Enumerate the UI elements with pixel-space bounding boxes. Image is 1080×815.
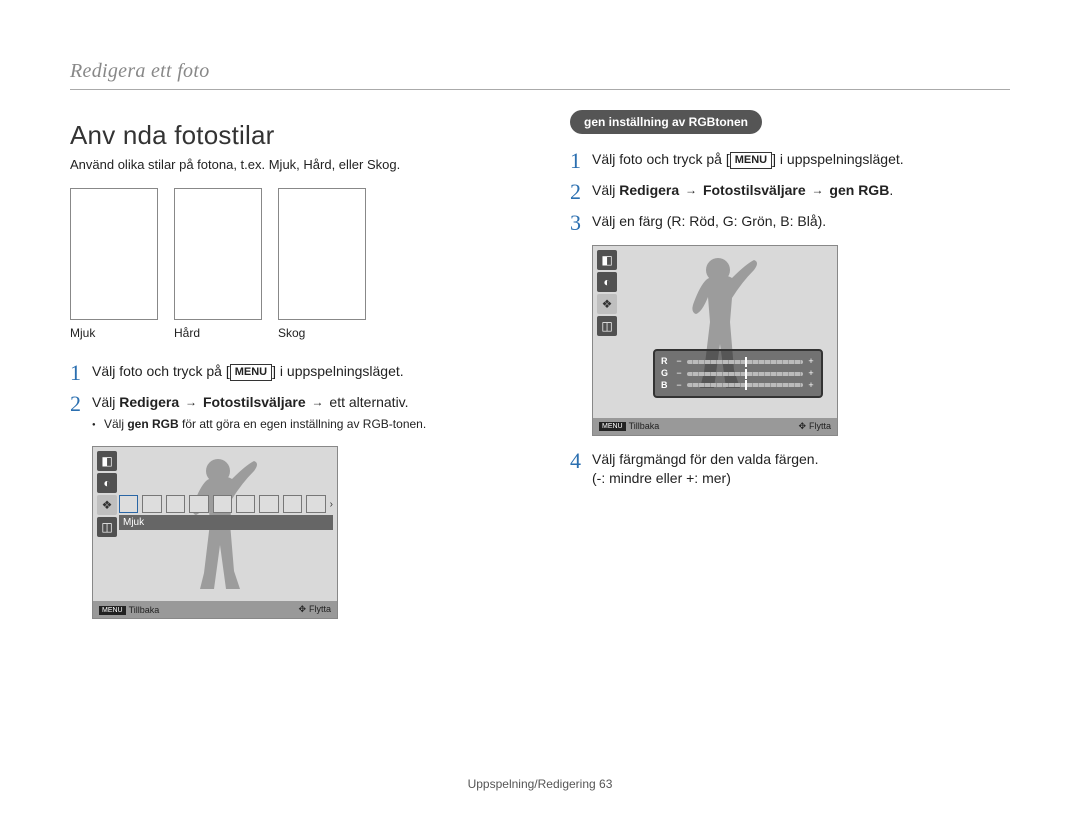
columns: Anv nda fotostilar Använd olika stilar p… <box>70 110 1010 619</box>
device-preview-rgb: ◧ ◐ ❖ ◫ R − <box>592 245 838 436</box>
rgb-row-r: R − + <box>661 356 815 367</box>
minus-icon: − <box>675 380 683 391</box>
arrow-right-icon: → <box>185 394 197 410</box>
rgb-row-b: B − + <box>661 380 815 391</box>
style-toolbar: › <box>119 495 333 513</box>
dpad-icon: ✥ <box>298 604 306 615</box>
device-preview-styles: ◧ ◐ ❖ ◫ <box>92 446 338 619</box>
step-2: 2 Välj Redigera → Fotostilsväljare → ett… <box>70 393 510 432</box>
rgb-panel: R − + G − + B − <box>653 349 823 397</box>
rgb-row-g: G − + <box>661 368 815 379</box>
move-hint: ✥Flytta <box>798 421 831 432</box>
palette-icon: ❖ <box>97 495 117 515</box>
step-number: 1 <box>570 146 581 176</box>
thumb-skog <box>278 188 366 320</box>
thumb-hard <box>174 188 262 320</box>
menu-chip: MENU <box>99 606 126 615</box>
back-hint: MENUTillbaka <box>99 605 159 615</box>
style-swatch <box>189 495 208 513</box>
right-steps: 1 Välj foto och tryck på [MENU] i uppspe… <box>570 150 1010 231</box>
arrow-right-icon: → <box>685 182 697 198</box>
page-header: Redigera ett foto <box>70 60 1010 83</box>
style-swatch <box>283 495 302 513</box>
style-swatch <box>166 495 185 513</box>
section-title: Anv nda fotostilar <box>70 120 510 151</box>
step-number: 3 <box>570 208 581 238</box>
minus-icon: − <box>675 368 683 379</box>
style-label: Mjuk <box>119 515 333 530</box>
page: Redigera ett foto Anv nda fotostilar Anv… <box>0 0 1080 815</box>
rgb-tick <box>745 357 747 367</box>
device-canvas: ◧ ◐ ❖ ◫ <box>93 447 337 601</box>
adjust-icon: ◫ <box>97 517 117 537</box>
header-rule <box>70 89 1010 90</box>
step-3: 3 Välj en färg (R: Röd, G: Grön, B: Blå)… <box>570 212 1010 231</box>
style-swatch <box>119 495 138 513</box>
plus-icon: + <box>807 368 815 379</box>
step-text: Välj foto och tryck på [MENU] i uppspeln… <box>92 363 404 379</box>
arrow-right-icon: → <box>812 182 824 198</box>
menu-key: MENU <box>230 364 272 381</box>
arrow-right-icon: → <box>312 394 324 410</box>
step-number: 2 <box>570 177 581 207</box>
thumb-label: Mjuk <box>70 326 158 340</box>
plus-icon: + <box>807 380 815 391</box>
device-icon-stack: ◧ ◐ ❖ ◫ <box>97 451 117 539</box>
style-swatch <box>259 495 278 513</box>
style-thumbs <box>70 188 510 320</box>
move-hint: ✥Flytta <box>298 604 331 615</box>
step-number: 2 <box>70 389 81 419</box>
thumb-label: Skog <box>278 326 366 340</box>
right-column: gen inställning av RGBtonen 1 Välj foto … <box>570 110 1010 619</box>
rgb-track <box>687 372 803 376</box>
adjust-icon: ◫ <box>597 316 617 336</box>
step-text: Välj en färg (R: Röd, G: Grön, B: Blå). <box>592 213 826 229</box>
rgb-tick <box>745 380 747 390</box>
rgb-track <box>687 383 803 387</box>
left-column: Anv nda fotostilar Använd olika stilar p… <box>70 110 510 619</box>
step-text: Välj färgmängd för den valda färgen. (-:… <box>592 451 818 486</box>
step-text: Välj Redigera → Fotostilsväljare → gen R… <box>592 182 893 198</box>
back-hint: MENUTillbaka <box>599 421 659 431</box>
right-steps-cont: 4 Välj färgmängd för den valda färgen. (… <box>570 450 1010 488</box>
style-swatch <box>142 495 161 513</box>
step-number: 1 <box>70 358 81 388</box>
thumb-label: Hård <box>174 326 262 340</box>
device-footer: MENUTillbaka ✥Flytta <box>593 418 837 435</box>
step-1: 1 Välj foto och tryck på [MENU] i uppspe… <box>570 150 1010 169</box>
step-2: 2 Välj Redigera → Fotostilsväljare → gen… <box>570 181 1010 200</box>
menu-chip: MENU <box>599 422 626 431</box>
device-canvas: ◧ ◐ ❖ ◫ R − <box>593 246 837 418</box>
palette-icon: ❖ <box>597 294 617 314</box>
style-swatch <box>306 495 325 513</box>
step-number: 4 <box>570 446 581 476</box>
dpad-icon: ✥ <box>798 421 806 432</box>
step-2-sub: Välj gen RGB för att göra en egen instäl… <box>92 416 510 432</box>
page-footer: Uppspelning/Redigering 63 <box>0 777 1080 791</box>
step-text: Välj Redigera → Fotostilsväljare → ett a… <box>92 394 409 410</box>
style-swatch <box>236 495 255 513</box>
step-2-sub-item: Välj gen RGB för att göra en egen instäl… <box>92 416 510 432</box>
crop-icon: ◐ <box>97 473 117 493</box>
step-1: 1 Välj foto och tryck på [MENU] i uppspe… <box>70 362 510 381</box>
scroll-arrow-icon: › <box>330 499 333 510</box>
device-icon-stack: ◧ ◐ ❖ ◫ <box>597 250 617 338</box>
subsection-pill: gen inställning av RGBtonen <box>570 110 762 134</box>
rotate-icon: ◧ <box>597 250 617 270</box>
section-intro: Använd olika stilar på fotona, t.ex. Mju… <box>70 157 510 172</box>
rotate-icon: ◧ <box>97 451 117 471</box>
menu-key: MENU <box>730 152 772 169</box>
step-4: 4 Välj färgmängd för den valda färgen. (… <box>570 450 1010 488</box>
rgb-track <box>687 360 803 364</box>
plus-icon: + <box>807 356 815 367</box>
device-footer: MENUTillbaka ✥Flytta <box>93 601 337 618</box>
step-text: Välj foto och tryck på [MENU] i uppspeln… <box>592 151 904 167</box>
crop-icon: ◐ <box>597 272 617 292</box>
left-steps: 1 Välj foto och tryck på [MENU] i uppspe… <box>70 362 510 432</box>
rgb-tick <box>745 369 747 379</box>
thumb-mjuk <box>70 188 158 320</box>
style-swatch <box>213 495 232 513</box>
minus-icon: − <box>675 356 683 367</box>
style-thumb-labels: Mjuk Hård Skog <box>70 326 510 340</box>
